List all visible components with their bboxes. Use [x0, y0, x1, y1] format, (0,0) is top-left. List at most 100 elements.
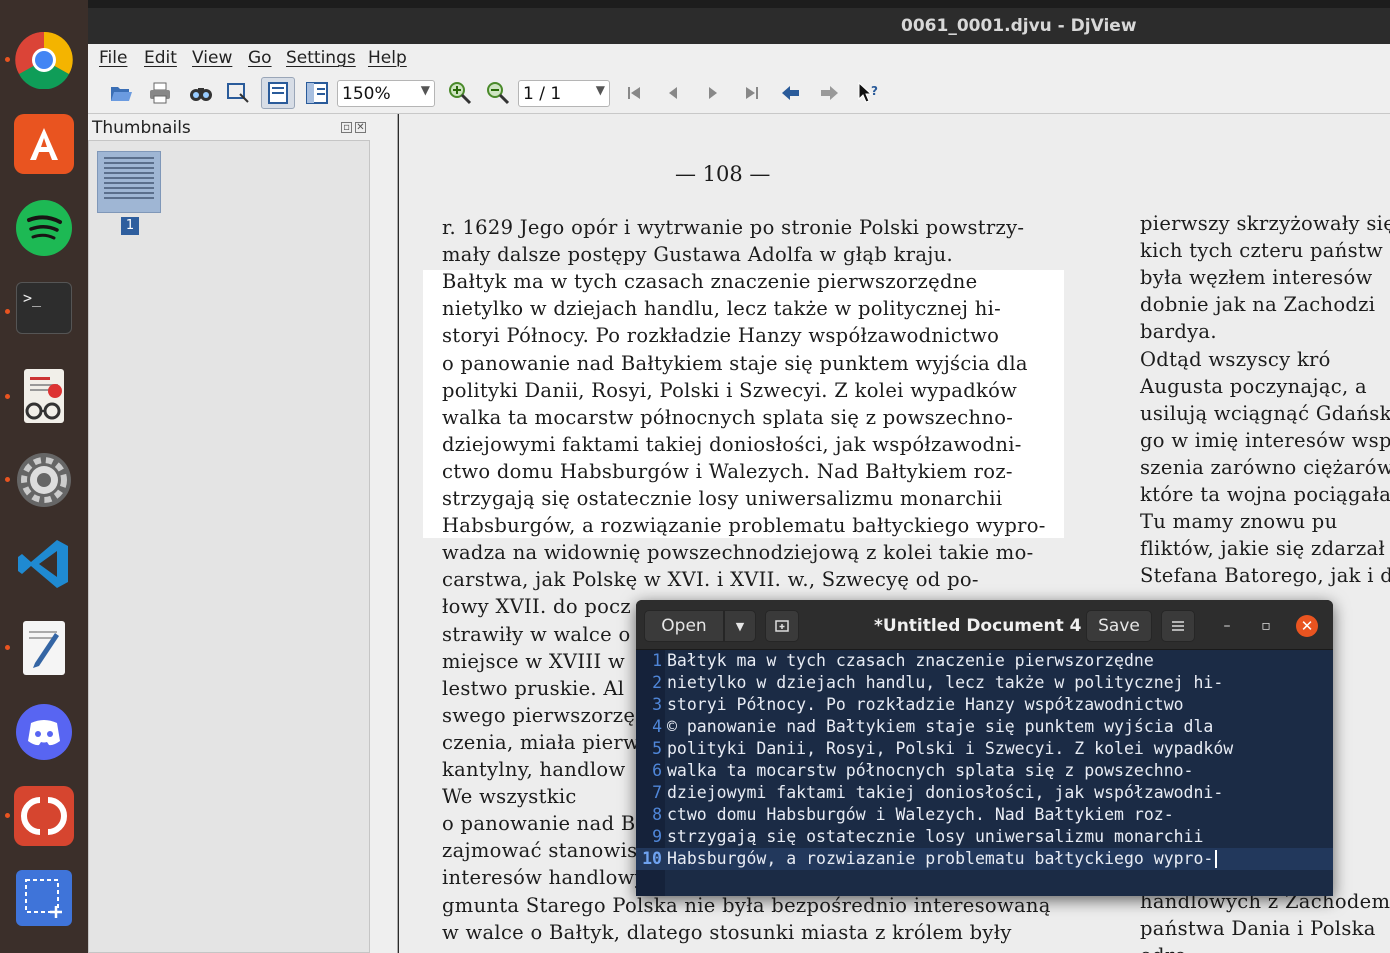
page-text-line: strawiły w walce o: [442, 622, 631, 646]
line-text: dziejowymi faktami takiej doniosłości, j…: [667, 783, 1224, 802]
line-text: Habsburgów, a rozwiazanie problematu bał…: [667, 849, 1214, 868]
panel-buttons: ▫ ✕: [341, 122, 366, 133]
editor-line[interactable]: 6 walka ta mocarstw północnych splata się…: [636, 760, 1333, 782]
editor-title: *Untitled Document 4: [874, 616, 1082, 636]
zoom-select[interactable]: 150% ▼: [337, 80, 435, 107]
previous-page-icon[interactable]: [659, 80, 687, 106]
svg-text:?: ?: [871, 84, 878, 98]
line-number: 7: [652, 783, 662, 802]
sidebar-toggle-icon[interactable]: [303, 80, 331, 106]
back-icon[interactable]: [777, 80, 805, 106]
editor-line[interactable]: 9 strzygają się ostatecznie losy uniwersa…: [636, 826, 1333, 848]
chevron-down-icon: ▼: [595, 83, 605, 97]
page-text-line: r. 1629 Jego opór i wytrwanie po stronie…: [442, 216, 1025, 239]
editor-line[interactable]: 8 ctwo domu Habsburgów i Walezych. Nad Ba…: [636, 804, 1333, 826]
spotify-icon[interactable]: [14, 198, 74, 258]
line-number: 8: [652, 805, 662, 824]
next-page-icon[interactable]: [699, 80, 727, 106]
editor-line[interactable]: 2 nietylko w dziejach handlu, lecz także …: [636, 672, 1333, 694]
last-page-icon[interactable]: [738, 80, 766, 106]
close-icon[interactable]: ✕: [355, 122, 366, 133]
window-title: 0061_0001.djvu - DjView: [901, 16, 1137, 36]
software-center-icon[interactable]: [14, 114, 74, 174]
page-text-line: polityki Danii, Rosyi, Polski i Szwecyi.…: [442, 378, 1018, 402]
forward-icon[interactable]: [815, 80, 843, 106]
text-cursor: [1215, 850, 1217, 868]
open-menu-button[interactable]: ▼: [724, 610, 756, 642]
line-number: 1: [652, 651, 662, 670]
page-text-line: lestwo pruskie. Al: [442, 676, 625, 700]
line-text: nietylko w dziejach handlu, lecz także w…: [667, 673, 1224, 692]
text-editor-icon[interactable]: [14, 618, 74, 678]
running-indicator: [5, 645, 10, 650]
line-text: Bałtyk ma w tych czasach znaczenie pierw…: [667, 651, 1154, 670]
save-button[interactable]: Save: [1086, 610, 1152, 642]
new-tab-button[interactable]: [765, 610, 799, 642]
page-text-line: miejsce w XVIII w: [442, 649, 625, 673]
page-thumbnail[interactable]: [97, 151, 161, 213]
page-text-line: mały dalsze postępy Gustawa Adolfa w głą…: [442, 243, 953, 267]
editor-line[interactable]: 10 Habsburgów, a rozwiazanie problematu b…: [636, 848, 1333, 870]
page-text-line: kich tych czteru państw: [1140, 239, 1384, 263]
continuous-view-icon[interactable]: [261, 77, 295, 109]
page-text-line: usilują wciągnąć Gdańsk: [1140, 401, 1390, 425]
editor-line[interactable]: 4 © panowanie nad Bałtykiem staje się pun…: [636, 716, 1333, 738]
open-icon[interactable]: [107, 80, 135, 106]
zoom-out-icon[interactable]: [484, 80, 512, 106]
menu-go[interactable]: Go: [248, 48, 272, 68]
page-select[interactable]: 1 / 1 ▼: [518, 80, 610, 107]
whats-this-icon[interactable]: ?: [855, 80, 883, 106]
page-text-line: w walce o Bałtyk, dlatego stosunki miast…: [442, 920, 1012, 944]
zoom-value: 150%: [342, 84, 391, 104]
page-text-line: bardya.: [1140, 320, 1217, 344]
line-text: walka ta mocarstw północnych splata się …: [667, 761, 1194, 780]
line-number: 4: [652, 717, 662, 736]
screenshot-icon[interactable]: [16, 870, 72, 926]
line-text: storyi Północy. Po rozkładzie Hanzy wspó…: [667, 695, 1184, 714]
line-text: strzygają się ostatecznie losy uniwersal…: [667, 827, 1204, 846]
settings-icon[interactable]: [14, 450, 74, 510]
page-text-line: szenia zarówno ciężarów: [1140, 455, 1390, 479]
zoom-in-icon[interactable]: [446, 80, 474, 106]
menu-edit[interactable]: Edit: [144, 48, 177, 68]
chrome-icon[interactable]: [14, 30, 74, 90]
toolbar: 150% ▼ 1 / 1 ▼ ?: [88, 72, 1390, 114]
djview-icon[interactable]: [14, 786, 74, 846]
hamburger-menu-button[interactable]: [1161, 610, 1195, 642]
editor-line[interactable]: 7 dziejowymi faktami takiej doniosłości, …: [636, 782, 1333, 804]
editor-line[interactable]: 5 polityki Danii, Rosyi, Polski i Szwecyi…: [636, 738, 1333, 760]
editor-line[interactable]: 3 storyi Północy. Po rozkładzie Hanzy wsp…: [636, 694, 1333, 716]
menu-view[interactable]: View: [192, 48, 232, 68]
print-icon[interactable]: [146, 80, 174, 106]
panel-splitter[interactable]: [378, 114, 398, 953]
page-text-line: go w imię interesów wsp: [1140, 428, 1390, 452]
page-text-line: fliktów, jakie się zdarzał: [1140, 537, 1386, 561]
page-text-line: kantylny, handlow: [442, 758, 626, 781]
page-text-line: swego pierwszorzęd: [442, 703, 648, 727]
find-icon[interactable]: [187, 80, 215, 106]
editor-line[interactable]: 1 Bałtyk ma w tych czasach znaczenie pier…: [636, 650, 1333, 672]
open-button[interactable]: Open: [644, 610, 724, 642]
page-text-line: zajmować stanowis: [442, 839, 638, 863]
close-icon[interactable]: ✕: [1296, 615, 1318, 637]
discord-icon[interactable]: [14, 702, 74, 762]
menu-file[interactable]: File: [99, 48, 127, 68]
document-viewer-icon[interactable]: [14, 366, 74, 426]
first-page-icon[interactable]: [620, 80, 648, 106]
page-text-line: Odtąd wszyscy kró: [1140, 347, 1331, 371]
minimize-icon[interactable]: –: [1217, 616, 1237, 636]
maximize-icon[interactable]: ▫: [1256, 616, 1276, 636]
window-titlebar: 0061_0001.djvu - DjView: [88, 8, 1390, 44]
vscode-icon[interactable]: [14, 534, 74, 594]
page-text-line: dobnie jak na Zachodzi: [1140, 293, 1376, 317]
menu-settings[interactable]: Settings: [286, 48, 356, 68]
page-text-line: łowy XVII. do pocz: [442, 595, 631, 619]
text-editor-window: Open ▼ *Untitled Document 4 Save – ▫ ✕ 1…: [636, 600, 1333, 896]
select-icon[interactable]: [224, 80, 252, 106]
page-text-line: We wszystkic: [442, 785, 577, 809]
menu-help[interactable]: Help: [368, 48, 407, 68]
editor-text-area[interactable]: 1 Bałtyk ma w tych czasach znaczenie pier…: [636, 650, 1333, 896]
page-text-line: carstwa, jak Polskę w XVI. i XVII. w., S…: [442, 568, 979, 592]
float-icon[interactable]: ▫: [341, 122, 352, 133]
terminal-icon[interactable]: >_: [16, 282, 72, 334]
